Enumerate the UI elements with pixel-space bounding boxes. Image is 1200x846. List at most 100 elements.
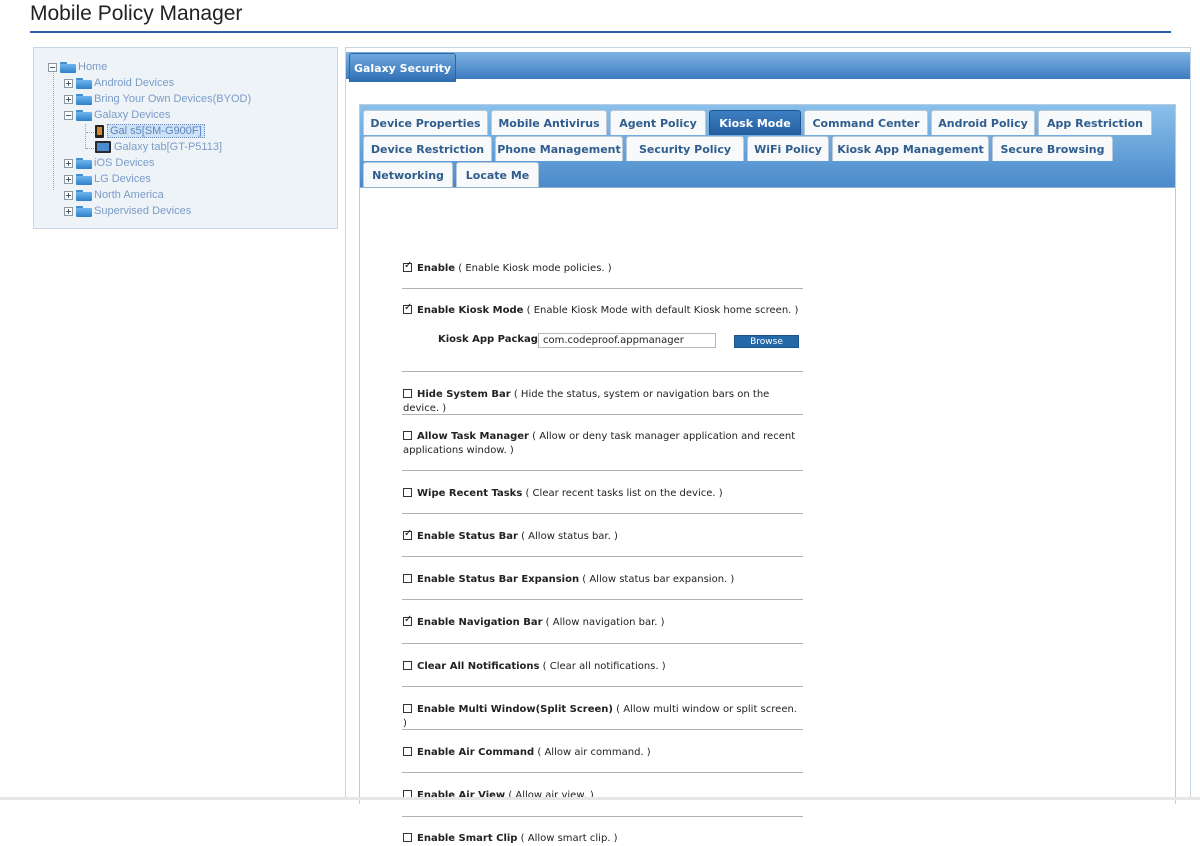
expand-icon[interactable] (64, 158, 73, 168)
allow-task-manager-checkbox[interactable] (403, 431, 412, 440)
kiosk-app-package-label: Kiosk App Package (438, 334, 545, 345)
tree-node-supervised-devices[interactable]: Supervised Devices (64, 203, 191, 219)
policy-name: Hide System Bar (417, 389, 511, 400)
browse-button[interactable]: Browse (734, 335, 799, 348)
policy-name: Enable Kiosk Mode (417, 305, 524, 316)
tab-galaxy-security[interactable]: Galaxy Security (349, 53, 456, 82)
separator (402, 729, 803, 730)
separator (402, 371, 803, 372)
clear-all-notifications-checkbox[interactable] (403, 661, 412, 670)
folder-icon (76, 77, 92, 89)
policy-enable: Enable ( Enable Kiosk mode policies. ) (403, 259, 803, 276)
collapse-icon[interactable] (64, 110, 73, 120)
tree-node-galaxy-tab[interactable]: Galaxy tab[GT-P5113] (95, 139, 222, 155)
policy-name: Enable Status Bar (417, 531, 518, 542)
tree-label: Android Devices (94, 77, 175, 89)
policy-name: Allow Task Manager (417, 431, 529, 442)
policy-panel: Galaxy Security Device Properties Mobile… (345, 47, 1191, 844)
collapse-icon[interactable] (48, 62, 57, 72)
tab-kiosk-app-management[interactable]: Kiosk App Management (832, 136, 989, 161)
tree-label: North America (94, 189, 164, 201)
tab-security-policy[interactable]: Security Policy (626, 136, 744, 161)
tab-mobile-antivirus[interactable]: Mobile Antivirus (491, 110, 607, 135)
tab-kiosk-mode[interactable]: Kiosk Mode (709, 110, 801, 135)
tab-locate-me[interactable]: Locate Me (456, 162, 539, 187)
expand-icon[interactable] (64, 174, 73, 184)
tab-wifi-policy[interactable]: WiFi Policy (747, 136, 829, 161)
policy-enable-air-view: Enable Air View ( Allow air view. ) (403, 789, 803, 803)
policy-name: Enable Smart Clip (417, 833, 518, 844)
policy-name: Enable Multi Window(Split Screen) (417, 704, 613, 715)
expand-icon[interactable] (64, 206, 73, 216)
hide-system-bar-checkbox[interactable] (403, 389, 412, 398)
kiosk-app-package-input[interactable]: com.codeproof.appmanager (538, 333, 716, 348)
tab-phone-management[interactable]: Phone Management (495, 136, 623, 161)
tree-label: iOS Devices (94, 157, 155, 169)
tab-networking[interactable]: Networking (363, 162, 453, 187)
folder-icon (76, 205, 92, 217)
policy-description: ( Clear all notifications. ) (539, 661, 666, 672)
policy-hide-system-bar: Hide System Bar ( Hide the status, syste… (403, 388, 803, 416)
folder-icon (60, 61, 76, 73)
expand-icon[interactable] (64, 190, 73, 200)
policy-name: Enable (417, 263, 456, 274)
tree-node-byod[interactable]: Bring Your Own Devices(BYOD) (64, 91, 251, 107)
section-tab-bar (346, 52, 1190, 79)
folder-icon (76, 157, 92, 169)
policy-name: Clear All Notifications (417, 661, 540, 672)
tab-device-properties[interactable]: Device Properties (363, 110, 488, 135)
tab-command-center[interactable]: Command Center (804, 110, 928, 135)
policy-wipe-recent-tasks: Wipe Recent Tasks ( Clear recent tasks l… (403, 487, 803, 501)
app-title: Mobile Policy Manager (30, 2, 243, 25)
enable-status-bar-expansion-checkbox[interactable] (403, 574, 412, 583)
tree-node-lg-devices[interactable]: LG Devices (64, 171, 151, 187)
enable-checkbox[interactable] (403, 259, 412, 273)
tree-connector (86, 148, 94, 149)
expand-icon[interactable] (64, 94, 73, 104)
tree-label: Bring Your Own Devices(BYOD) (94, 93, 252, 105)
tree-node-north-america[interactable]: North America (64, 187, 164, 203)
policy-description: ( Allow status bar expansion. ) (579, 574, 735, 585)
tree-connector (86, 132, 94, 133)
enable-air-command-checkbox[interactable] (403, 747, 412, 756)
enable-status-bar-checkbox[interactable] (403, 527, 412, 541)
policy-tab-container: Device Properties Mobile Antivirus Agent… (359, 104, 1176, 844)
policy-enable-status-bar: Enable Status Bar ( Allow status bar. ) (403, 527, 803, 544)
folder-icon (76, 93, 92, 105)
wipe-recent-tasks-checkbox[interactable] (403, 488, 412, 497)
tab-app-restriction[interactable]: App Restriction (1038, 110, 1152, 135)
enable-navigation-bar-checkbox[interactable] (403, 613, 412, 627)
tree-label: Galaxy tab[GT-P5113] (114, 141, 223, 153)
enable-kiosk-mode-checkbox[interactable] (403, 301, 412, 315)
separator (402, 599, 803, 600)
tree-node-ios-devices[interactable]: iOS Devices (64, 155, 155, 171)
separator (402, 816, 803, 817)
tree-label: Home (78, 61, 108, 73)
tab-secure-browsing[interactable]: Secure Browsing (992, 136, 1113, 161)
device-tree: Home Android Devices Bring Your Own Devi… (33, 47, 338, 229)
policy-enable-navigation-bar: Enable Navigation Bar ( Allow navigation… (403, 613, 803, 630)
policy-enable-status-bar-expansion: Enable Status Bar Expansion ( Allow stat… (403, 573, 803, 587)
policy-allow-task-manager: Allow Task Manager ( Allow or deny task … (403, 430, 803, 458)
title-divider (30, 31, 1171, 33)
expand-icon[interactable] (64, 78, 73, 88)
policy-description: ( Enable Kiosk mode policies. ) (455, 263, 612, 274)
tab-device-restriction[interactable]: Device Restriction (363, 136, 492, 161)
policy-name: Wipe Recent Tasks (417, 488, 523, 499)
policy-description: ( Allow smart clip. ) (517, 833, 618, 844)
tree-node-android-devices[interactable]: Android Devices (64, 75, 174, 91)
tree-node-home[interactable]: Home (48, 59, 107, 75)
separator (402, 556, 803, 557)
policy-enable-air-command: Enable Air Command ( Allow air command. … (403, 746, 803, 760)
tablet-icon (95, 141, 111, 153)
enable-multi-window-checkbox[interactable] (403, 704, 412, 713)
policy-name: Enable Status Bar Expansion (417, 574, 580, 585)
tab-android-policy[interactable]: Android Policy (931, 110, 1035, 135)
policy-name: Enable Air Command (417, 747, 535, 758)
enable-smart-clip-checkbox[interactable] (403, 833, 412, 842)
tree-node-galaxy-devices[interactable]: Galaxy Devices (64, 107, 170, 123)
tree-node-gal-s5[interactable]: Gal s5[SM-G900F] (95, 123, 205, 139)
policy-description: ( Allow status bar. ) (517, 531, 618, 542)
tab-agent-policy[interactable]: Agent Policy (610, 110, 706, 135)
policy-description: ( Allow navigation bar. ) (542, 617, 665, 628)
